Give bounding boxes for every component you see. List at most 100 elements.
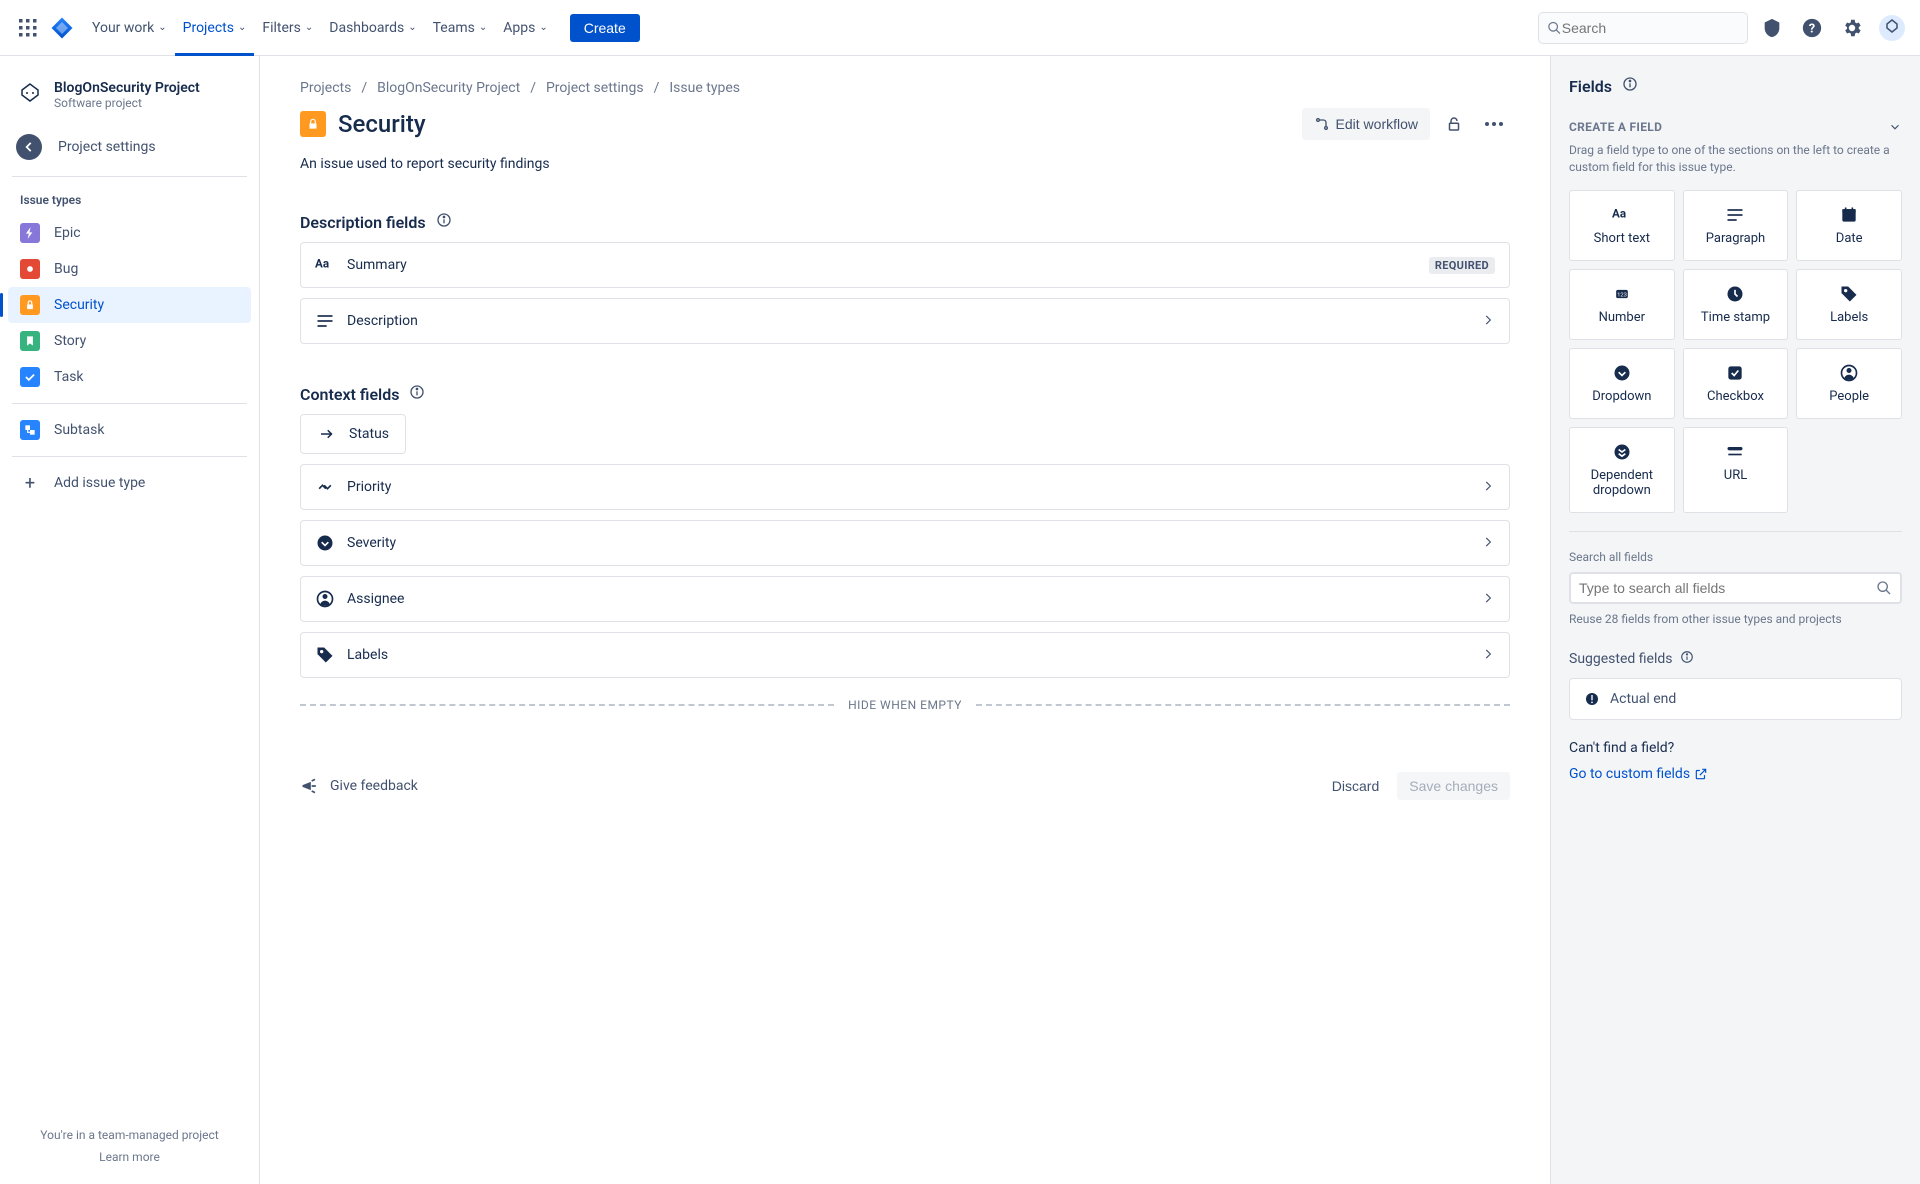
field-label: Labels bbox=[347, 647, 388, 663]
field-tile-date[interactable]: Date bbox=[1796, 190, 1902, 261]
sidebar-item-security[interactable]: Security bbox=[8, 287, 251, 323]
give-feedback-link[interactable]: Give feedback bbox=[300, 776, 418, 796]
issue-type-description: An issue used to report security finding… bbox=[300, 156, 1510, 172]
story-type-icon bbox=[20, 331, 40, 351]
field-type-icon bbox=[1725, 205, 1745, 225]
nav-your-work[interactable]: Your work⌄ bbox=[84, 0, 175, 56]
sidebar-item-task[interactable]: Task bbox=[8, 359, 251, 395]
settings-icon[interactable] bbox=[1836, 12, 1868, 44]
sidebar-item-epic[interactable]: Epic bbox=[8, 215, 251, 251]
issue-types-heading: Issue types bbox=[8, 185, 251, 215]
search-field[interactable] bbox=[1562, 20, 1739, 36]
add-issue-type[interactable]: + Add issue type bbox=[8, 465, 251, 501]
learn-more-link[interactable]: Learn more bbox=[16, 1150, 243, 1164]
discard-button[interactable]: Discard bbox=[1322, 772, 1389, 800]
field-row-assignee[interactable]: Assignee bbox=[300, 576, 1510, 622]
project-type: Software project bbox=[54, 96, 200, 110]
info-icon[interactable] bbox=[436, 212, 452, 232]
sidebar-item-label: Subtask bbox=[54, 422, 104, 438]
field-tile-time-stamp[interactable]: Time stamp bbox=[1683, 269, 1789, 340]
create-button[interactable]: Create bbox=[570, 14, 640, 42]
field-tile-url[interactable]: URL bbox=[1683, 427, 1789, 513]
top-nav: Your work⌄Projects⌄Filters⌄Dashboards⌄Te… bbox=[0, 0, 1920, 56]
app-switcher-icon[interactable] bbox=[12, 12, 44, 44]
chevron-down-icon bbox=[1888, 120, 1902, 134]
create-a-field-toggle[interactable]: CREATE A FIELD bbox=[1569, 120, 1902, 134]
sidebar-item-label: Security bbox=[54, 297, 104, 313]
field-label: Summary bbox=[347, 257, 407, 273]
field-type-icon bbox=[1839, 363, 1859, 383]
sidebar-item-bug[interactable]: Bug bbox=[8, 251, 251, 287]
nav-teams[interactable]: Teams⌄ bbox=[425, 0, 496, 56]
breadcrumb-item[interactable]: Projects bbox=[300, 80, 351, 96]
save-changes-button: Save changes bbox=[1397, 772, 1510, 800]
breadcrumb-item[interactable]: Issue types bbox=[669, 80, 740, 96]
fields-panel-title: Fields bbox=[1569, 76, 1902, 96]
sidebar: BlogOnSecurity Project Software project … bbox=[0, 56, 260, 1184]
subtask-type-icon bbox=[20, 420, 40, 440]
nav-dashboards[interactable]: Dashboards⌄ bbox=[321, 0, 424, 56]
sidebar-item-label: Story bbox=[54, 333, 86, 349]
status-label: Status bbox=[349, 426, 389, 442]
sidebar-item-label: Epic bbox=[54, 225, 81, 241]
hide-when-empty-divider: HIDE WHEN EMPTY bbox=[300, 698, 1510, 712]
notifications-icon[interactable] bbox=[1756, 12, 1788, 44]
more-actions-icon[interactable] bbox=[1478, 108, 1510, 140]
breadcrumb-item[interactable]: BlogOnSecurity Project bbox=[377, 80, 520, 96]
search-all-fields-input[interactable] bbox=[1569, 572, 1902, 604]
info-icon[interactable] bbox=[1622, 76, 1638, 96]
help-icon[interactable]: ? bbox=[1796, 12, 1828, 44]
sidebar-item-label: Task bbox=[54, 369, 84, 385]
nav-filters[interactable]: Filters⌄ bbox=[254, 0, 321, 56]
fields-panel: Fields CREATE A FIELD Drag a field type … bbox=[1550, 56, 1920, 1184]
field-tile-label: Date bbox=[1836, 231, 1863, 246]
search-input[interactable] bbox=[1538, 12, 1748, 44]
field-tile-label: Short text bbox=[1594, 231, 1650, 246]
back-to-settings[interactable]: Project settings bbox=[8, 126, 251, 168]
field-label: Priority bbox=[347, 479, 391, 495]
bug-type-icon bbox=[20, 259, 40, 279]
field-tile-labels[interactable]: Labels bbox=[1796, 269, 1902, 340]
svg-text:Aa: Aa bbox=[315, 257, 329, 271]
back-arrow-icon bbox=[16, 134, 42, 160]
nav-projects[interactable]: Projects⌄ bbox=[175, 0, 255, 56]
field-tile-dropdown[interactable]: Dropdown bbox=[1569, 348, 1675, 419]
main-content: Projects/BlogOnSecurity Project/Project … bbox=[260, 56, 1550, 1184]
field-tile-number[interactable]: 123Number bbox=[1569, 269, 1675, 340]
status-field[interactable]: Status bbox=[300, 414, 406, 454]
field-tile-people[interactable]: People bbox=[1796, 348, 1902, 419]
context-fields-heading: Context fields bbox=[300, 384, 1510, 404]
field-row-severity[interactable]: Severity bbox=[300, 520, 1510, 566]
field-tile-label: Dropdown bbox=[1592, 389, 1651, 404]
breadcrumb-item[interactable]: Project settings bbox=[546, 80, 644, 96]
field-tile-checkbox[interactable]: Checkbox bbox=[1683, 348, 1789, 419]
field-tile-paragraph[interactable]: Paragraph bbox=[1683, 190, 1789, 261]
security-type-icon bbox=[300, 111, 326, 137]
suggested-field-item[interactable]: Actual end bbox=[1569, 678, 1902, 720]
nav-apps[interactable]: Apps⌄ bbox=[495, 0, 555, 56]
field-tile-short-text[interactable]: Aa Short text bbox=[1569, 190, 1675, 261]
field-row-summary[interactable]: Aa Summary REQUIRED bbox=[300, 242, 1510, 288]
go-to-custom-fields-link[interactable]: Go to custom fields bbox=[1569, 766, 1708, 782]
restrictions-icon[interactable] bbox=[1438, 108, 1470, 140]
field-row-description[interactable]: Description bbox=[300, 298, 1510, 344]
required-badge: REQUIRED bbox=[1429, 257, 1495, 274]
field-label: Description bbox=[347, 313, 418, 329]
search-icon bbox=[1876, 580, 1892, 596]
avatar[interactable] bbox=[1876, 12, 1908, 44]
field-row-labels[interactable]: Labels bbox=[300, 632, 1510, 678]
field-tile-label: URL bbox=[1724, 468, 1747, 483]
field-row-priority[interactable]: Priority bbox=[300, 464, 1510, 510]
field-tile-dependent-dropdown[interactable]: Dependent dropdown bbox=[1569, 427, 1675, 513]
svg-text:Aa: Aa bbox=[1612, 206, 1626, 220]
jira-logo-icon[interactable] bbox=[50, 16, 74, 40]
suggested-fields-heading: Suggested fields bbox=[1569, 650, 1902, 668]
search-fields-field[interactable] bbox=[1579, 580, 1876, 596]
field-type-icon: 123 bbox=[1612, 284, 1632, 304]
project-header[interactable]: BlogOnSecurity Project Software project bbox=[8, 80, 251, 126]
sidebar-item-subtask[interactable]: Subtask bbox=[8, 412, 251, 448]
info-icon[interactable] bbox=[409, 384, 425, 404]
sidebar-item-story[interactable]: Story bbox=[8, 323, 251, 359]
info-icon[interactable] bbox=[1680, 650, 1694, 668]
edit-workflow-button[interactable]: Edit workflow bbox=[1302, 108, 1430, 140]
